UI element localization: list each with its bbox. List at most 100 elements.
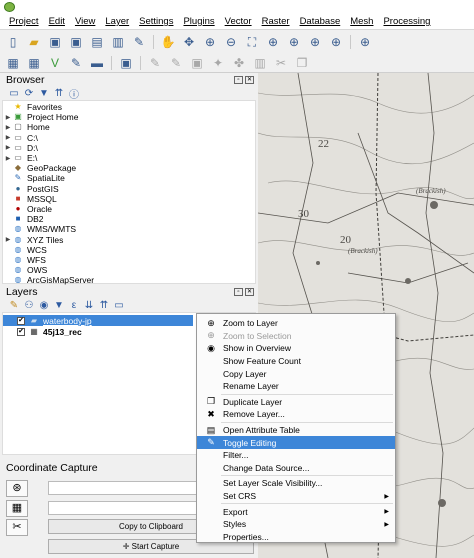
context-menu-item[interactable]: Copy Layer [197,367,395,380]
pan-to-selection-icon[interactable]: ✥ [180,34,198,50]
zoom-selection-icon[interactable]: ⊕ [264,34,282,50]
vector-add-icon[interactable]: V [46,55,64,71]
context-menu-item[interactable]: Properties... [197,531,395,544]
expression-filter-icon[interactable]: ε [68,300,80,311]
context-menu-item[interactable]: Change Data Source... [197,462,395,475]
menu-processing[interactable]: Processing [378,16,435,27]
expand-all-icon[interactable]: ⇊ [83,300,95,311]
context-menu-item[interactable]: Styles ▶ [197,518,395,531]
menu-view[interactable]: View [70,16,100,27]
cut-features-icon[interactable]: ✂ [272,55,290,71]
zoom-in-icon[interactable]: ⊕ [201,34,219,50]
menu-layer[interactable]: Layer [100,16,134,27]
delete-selected-icon[interactable]: ▥ [251,55,269,71]
filter-legend-icon[interactable]: ▼ [53,300,65,311]
float-icon[interactable]: ▫ [234,75,243,84]
context-menu-item[interactable]: Set Layer Scale Visibility... [197,477,395,490]
browser-item[interactable]: ◍ WMS/WMTS [3,224,255,234]
context-menu-item[interactable]: Set CRS ▶ [197,490,395,503]
wms-add-icon[interactable]: ▣ [117,55,135,71]
pan-icon[interactable]: ✋ [159,34,177,50]
layout-manager-icon[interactable]: ▥ [109,34,127,50]
save-as-icon[interactable]: ▣ [67,34,85,50]
add-selected-icon[interactable]: ▭ [8,88,20,99]
browser-item[interactable]: ■ DB2 [3,214,255,224]
expand-arrow-icon[interactable]: ▶ [3,124,13,131]
save-edits-icon[interactable]: ▣ [188,55,206,71]
context-menu-item[interactable]: ▤ Open Attribute Table [197,424,395,437]
browser-item[interactable]: ▶ ▭ E:\ [3,153,255,163]
layer-row[interactable]: ✔ ▰ waterbody-jp [3,315,193,326]
visibility-icon[interactable]: ◉ [38,300,50,311]
close-icon[interactable]: ✕ [245,75,254,84]
toggle-editing-icon[interactable]: ✎ [167,55,185,71]
expand-arrow-icon[interactable]: ▶ [3,144,13,151]
crs-icon[interactable]: ⊛ [6,480,28,497]
browser-item[interactable]: ✎ SpatiaLite [3,173,255,183]
context-menu-item[interactable]: ✖ Remove Layer... [197,408,395,421]
refresh-icon[interactable]: ⟳ [23,88,35,99]
browser-item[interactable]: ▶ ▢ Home [3,122,255,132]
browser-item[interactable]: ▶ ◍ XYZ Tiles [3,234,255,245]
browser-item[interactable]: ◍ ArcGisMapServer [3,275,255,285]
collapse-all-icon[interactable]: ⇈ [53,88,65,99]
delimited-text-icon[interactable]: ✎ [67,55,85,71]
grid-icon[interactable]: ▦ [6,500,28,517]
filter-icon[interactable]: ▼ [38,88,50,99]
vertex-tool-icon[interactable]: ✤ [230,55,248,71]
style-manager-icon[interactable]: ✎ [130,34,148,50]
expand-arrow-icon[interactable]: ▶ [3,155,13,162]
layer-add-icon[interactable]: ▦ [4,55,22,71]
add-feature-icon[interactable]: ✦ [209,55,227,71]
info-icon[interactable]: ⓘ [68,86,80,101]
layer-visibility-checkbox[interactable]: ✔ [17,327,25,336]
context-menu-item[interactable]: Export ▶ [197,505,395,518]
menu-edit[interactable]: Edit [44,16,70,27]
context-menu-item[interactable]: ⊕ Zoom to Layer [197,317,395,330]
menu-project[interactable]: Project [4,16,44,27]
menu-plugins[interactable]: Plugins [178,16,219,27]
context-menu-item[interactable]: Show Feature Count [197,355,395,368]
open-project-icon[interactable]: ▰ [25,34,43,50]
new-project-icon[interactable]: ▯ [4,34,22,50]
menu-settings[interactable]: Settings [134,16,178,27]
context-menu-item[interactable]: ✎ Toggle Editing [197,436,395,449]
browser-item[interactable]: ◍ OWS [3,265,255,275]
menu-raster[interactable]: Raster [257,16,295,27]
context-menu-item[interactable]: ◉ Show in Overview [197,342,395,355]
browser-item[interactable]: ■ MSSQL [3,194,255,204]
collapse-all-icon[interactable]: ⇈ [98,300,110,311]
copy-features-icon[interactable]: ❐ [293,55,311,71]
context-menu-item[interactable]: ❐ Duplicate Layer [197,396,395,409]
styling-icon[interactable]: ✎ [8,300,20,311]
menu-mesh[interactable]: Mesh [345,16,378,27]
zoom-last-icon[interactable]: ⊕ [327,34,345,50]
current-edits-icon[interactable]: ✎ [146,55,164,71]
context-menu-item[interactable]: Rename Layer [197,380,395,393]
browser-item[interactable]: ▶ ▭ C:\ [3,133,255,143]
browser-item[interactable]: ★ Favorites [3,102,255,112]
add-group-icon[interactable]: ⚇ [23,300,35,311]
save-project-icon[interactable]: ▣ [46,34,64,50]
remove-layer-icon[interactable]: ▭ [113,300,125,311]
zoom-out-icon[interactable]: ⊖ [222,34,240,50]
browser-item[interactable]: ▶ ▣ Project Home [3,112,255,122]
close-icon[interactable]: ✕ [245,287,254,296]
expand-arrow-icon[interactable]: ▶ [3,114,13,121]
menu-database[interactable]: Database [295,16,346,27]
print-layout-icon[interactable]: ▤ [88,34,106,50]
expand-arrow-icon[interactable]: ▶ [3,236,13,243]
browser-item[interactable]: ◍ WCS [3,245,255,255]
tracking-icon[interactable]: ✂ [6,519,28,536]
context-menu-item[interactable]: Filter... [197,449,395,462]
spatialite-add-icon[interactable]: ▬ [88,55,106,71]
raster-add-icon[interactable]: ▦ [25,55,43,71]
browser-item[interactable]: ● Oracle [3,204,255,214]
layer-visibility-checkbox[interactable]: ✔ [17,316,25,325]
zoom-full-icon[interactable]: ⛶ [243,34,261,50]
zoom-next-icon[interactable]: ⊕ [356,34,374,50]
float-icon[interactable]: ▫ [234,287,243,296]
expand-arrow-icon[interactable]: ▶ [3,134,13,141]
browser-item[interactable]: ● PostGIS [3,184,255,194]
browser-item[interactable]: ◍ WFS [3,255,255,265]
